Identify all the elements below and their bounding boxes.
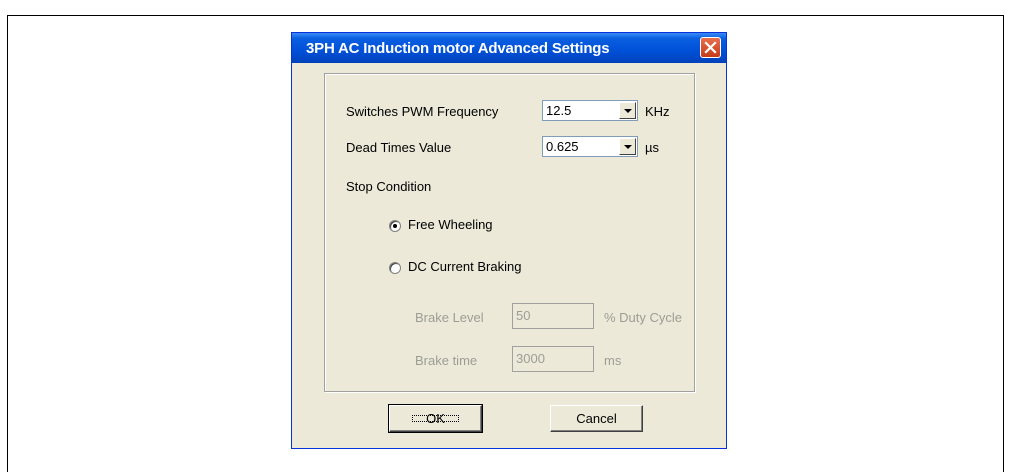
brake-time-unit: ms [604, 353, 622, 368]
dead-times-label: Dead Times Value [346, 140, 452, 155]
ok-button-label: OK [408, 411, 463, 426]
free-wheeling-radio[interactable] [389, 220, 401, 232]
cancel-button[interactable]: Cancel [550, 405, 643, 432]
brake-time-input: 3000 [512, 346, 594, 372]
brake-time-label: Brake time [415, 353, 478, 368]
chevron-down-icon[interactable] [619, 138, 636, 155]
pwm-frequency-label: Switches PWM Frequency [346, 104, 499, 119]
ok-button[interactable]: OK [388, 404, 483, 433]
dead-times-value: 0.625 [546, 139, 579, 154]
brake-level-input: 50 [512, 303, 594, 329]
brake-time-value: 3000 [516, 351, 545, 366]
dead-times-select[interactable]: 0.625 [542, 136, 638, 157]
free-wheeling-label[interactable]: Free Wheeling [408, 217, 493, 232]
cancel-button-label: Cancel [576, 411, 617, 426]
settings-group [324, 73, 695, 392]
brake-level-value: 50 [516, 308, 531, 323]
title-bar[interactable]: 3PH AC Induction motor Advanced Settings [292, 33, 726, 63]
pwm-frequency-select[interactable]: 12.5 [542, 100, 638, 121]
dc-current-braking-label[interactable]: DC Current Braking [408, 259, 521, 274]
dc-current-braking-radio[interactable] [389, 262, 401, 274]
brake-level-unit: % Duty Cycle [604, 310, 683, 325]
close-icon [704, 41, 717, 54]
dialog-title: 3PH AC Induction motor Advanced Settings [306, 40, 610, 57]
clipped-figure-caption [0, 0, 1014, 5]
pwm-frequency-value: 12.5 [546, 103, 572, 118]
stop-condition-label: Stop Condition [346, 179, 432, 194]
dead-times-unit: µs [645, 140, 659, 155]
pwm-frequency-unit: KHz [645, 104, 670, 119]
brake-level-label: Brake Level [415, 310, 484, 325]
chevron-down-icon[interactable] [619, 102, 636, 119]
advanced-settings-dialog: 3PH AC Induction motor Advanced Settings… [291, 32, 727, 449]
close-button[interactable] [700, 37, 721, 58]
